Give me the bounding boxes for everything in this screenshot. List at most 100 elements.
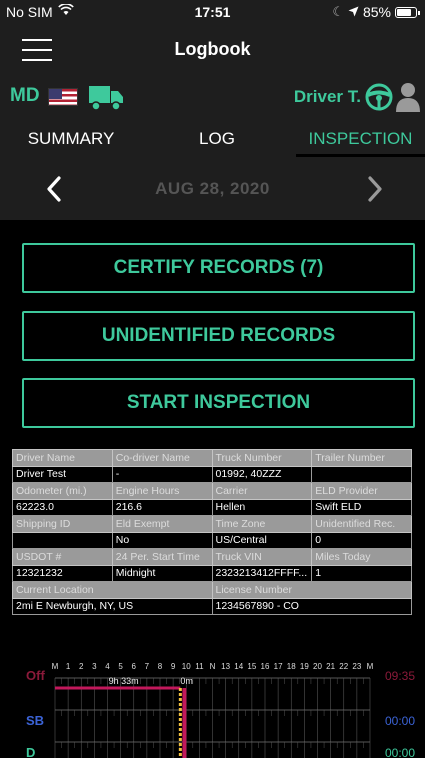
table-cell: 01992, 40ZZZ [211, 465, 313, 483]
table-header-cell: 24 Per. Start Time [111, 548, 213, 566]
status-total-d: 00:00 [385, 746, 415, 758]
unidentified-records-button[interactable]: UNIDENTIFIED RECORDS [22, 311, 415, 361]
table-cell: 2323213412FFFF... [211, 564, 313, 582]
active-tab-indicator [296, 154, 425, 157]
table-cell: 1 [311, 564, 412, 582]
steering-wheel-icon [365, 83, 393, 111]
table-header-row: USDOT #24 Per. Start Time Truck VIN Miles … [12, 548, 412, 566]
table-header-cell: Miles Today [311, 548, 412, 566]
hour-tick-label: 2 [79, 662, 84, 671]
table-cell [12, 531, 113, 549]
table-header-cell: Co-driver Name [111, 449, 213, 467]
table-cell: 0 [311, 531, 412, 549]
table-header-cell: Eld Exempt [111, 515, 213, 533]
person-icon [396, 83, 420, 112]
status-label-off: Off [26, 668, 45, 683]
start-inspection-button[interactable]: START INSPECTION [22, 378, 415, 428]
nav-bar: Logbook [0, 24, 425, 76]
table-cell: 1234567890 - CO [211, 597, 412, 615]
tab-bar: SUMMARY LOG INSPECTION [0, 118, 425, 158]
hour-tick-label: 19 [300, 662, 309, 671]
hour-tick-label: 18 [287, 662, 296, 671]
tab-log[interactable]: LOG [146, 129, 288, 149]
hour-tick-label: 7 [145, 662, 150, 671]
table-header-row: Odometer (mi.) Engine Hours Carrier ELD Pro… [12, 482, 412, 500]
table-header-cell: License Number [211, 581, 412, 599]
status-label-sb: SB [26, 713, 44, 728]
page-title: Logbook [174, 39, 251, 59]
status-label-d: D [26, 745, 35, 758]
table-header-cell: Unidentified Rec. [311, 515, 412, 533]
table-header-cell: Truck Number [211, 449, 313, 467]
table-cell: 62223.0 [12, 498, 113, 516]
hour-tick-label: M [367, 662, 374, 671]
hour-tick-label: 14 [234, 662, 243, 671]
current-duration-label: 0m [180, 676, 193, 686]
table-header-cell: Time Zone [211, 515, 313, 533]
hour-tick-label: 23 [352, 662, 361, 671]
status-total-off: 09:35 [385, 669, 415, 683]
chevron-right-icon[interactable] [359, 172, 389, 206]
state-label: MD [10, 85, 40, 106]
table-header-cell: USDOT # [12, 548, 113, 566]
table-cell: 2mi E Newburgh, NY, US [12, 597, 213, 615]
table-cell: Hellen [211, 498, 313, 516]
hour-tick-label: 4 [105, 662, 110, 671]
status-bar: No SIM 17:51 ☾ 85% [0, 0, 425, 24]
table-header-cell: Current Location [12, 581, 213, 599]
hour-tick-label: 22 [339, 662, 348, 671]
off-duty-duration-label: 9h 33m [109, 676, 139, 686]
hour-tick-label: 13 [221, 662, 230, 671]
table-row: No US/Central 0 [12, 531, 412, 549]
driver-name[interactable]: Driver T. [294, 87, 361, 107]
table-cell [311, 465, 412, 483]
table-header-cell: Carrier [211, 482, 313, 500]
table-cell: 12321232 [12, 564, 113, 582]
log-info-table: Driver Name Co-driver Name Truck Number Tra… [12, 449, 412, 615]
duty-status-graph: M 1 2 3 4 5 6 7 8 9 10 11 N 13 14 15 16 17 18 19 20 21 22 23 MOf… [26, 662, 415, 758]
hour-tick-label: 15 [247, 662, 256, 671]
moon-icon: ☾ [332, 4, 344, 19]
driver-bar: MD Driver T. [0, 76, 425, 118]
table-header-cell: Driver Name [12, 449, 113, 467]
table-header-row: Driver Name Co-driver Name Truck Number Tra… [12, 449, 412, 467]
hour-tick-label: 3 [92, 662, 97, 671]
hour-tick-label: 6 [132, 662, 137, 671]
table-row: 2mi E Newburgh, NY, US 1234567890 - CO [12, 597, 412, 615]
hour-tick-label: N [210, 662, 216, 671]
hour-tick-label: 5 [118, 662, 123, 671]
table-header-cell: Truck VIN [211, 548, 313, 566]
table-cell: - [111, 465, 213, 483]
tab-inspection[interactable]: INSPECTION [296, 129, 425, 149]
table-row: Driver Test -01992, 40ZZZ [12, 465, 412, 483]
hour-tick-label: 10 [182, 662, 191, 671]
table-cell: 216.6 [111, 498, 213, 516]
table-cell: US/Central [211, 531, 313, 549]
hour-tick-label: 11 [195, 662, 204, 671]
battery-icon [395, 6, 420, 18]
status-total-sb: 00:00 [385, 714, 415, 728]
table-cell: No [111, 531, 213, 549]
location-arrow-icon [348, 4, 359, 20]
battery-percent: 85% [362, 4, 391, 20]
table-cell: Midnight [111, 564, 213, 582]
table-header-cell: Trailer Number [311, 449, 412, 467]
table-header-row: Current Location License Number [12, 581, 412, 599]
table-row: 12321232 Midnight 2323213412FFFF... 1 [12, 564, 412, 582]
table-header-cell: Engine Hours [111, 482, 213, 500]
table-cell: Driver Test [12, 465, 113, 483]
date-navigator: AUG 28, 2020 [0, 158, 425, 220]
hour-tick-label: 1 [66, 662, 71, 671]
hour-tick-label: M [52, 662, 59, 671]
tab-summary[interactable]: SUMMARY [0, 129, 142, 149]
table-header-cell: ELD Provider [311, 482, 412, 500]
hour-tick-label: 8 [158, 662, 163, 671]
table-header-row: Shipping ID Eld Exempt Time Zone Unidentifi… [12, 515, 412, 533]
certify-records-button[interactable]: CERTIFY RECORDS (7) [22, 243, 415, 293]
hour-tick-label: 16 [261, 662, 270, 671]
table-row: 62223.0 216.6 Hellen Swift ELD [12, 498, 412, 516]
us-flag-icon [48, 88, 78, 106]
hour-tick-label: 21 [326, 662, 335, 671]
table-header-cell: Odometer (mi.) [12, 482, 113, 500]
hour-tick-label: 20 [313, 662, 322, 671]
